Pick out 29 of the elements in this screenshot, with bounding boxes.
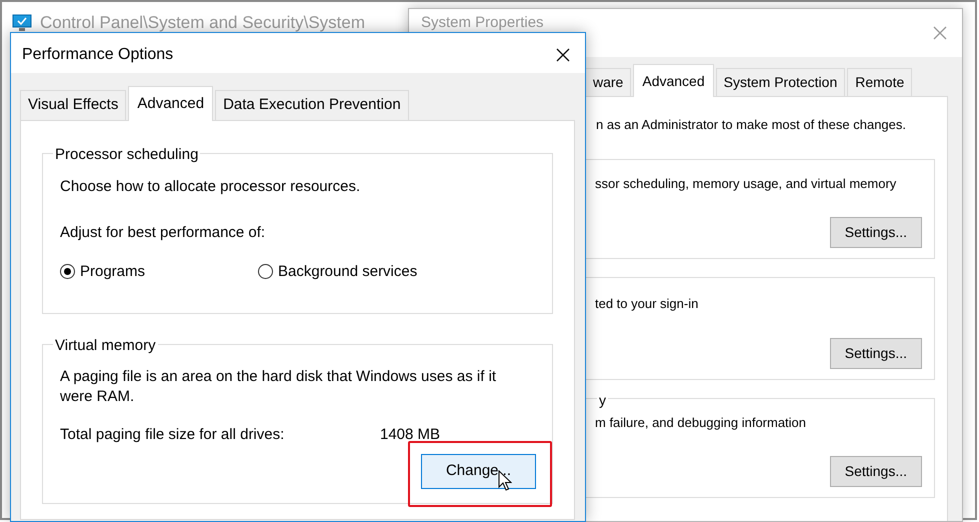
window-title: Control Panel\System and Security\System xyxy=(40,12,366,34)
group-description: ssor scheduling, memory usage, and virtual memory xyxy=(595,174,896,193)
total-label: Total paging file size for all drives: xyxy=(60,424,286,444)
group-description: ted to your sign-in xyxy=(595,295,698,313)
settings-button[interactable]: Settings... xyxy=(830,456,922,487)
tab[interactable]: Remote xyxy=(847,68,912,96)
radio-option[interactable]: Programs xyxy=(60,260,258,283)
notice-text: n as an Administrator to make most of these changes. xyxy=(595,116,906,134)
change-button[interactable]: Change... xyxy=(420,454,536,488)
close-icon xyxy=(555,47,571,63)
adjust-label: Adjust for best performance of: xyxy=(60,223,266,243)
radio-button[interactable] xyxy=(60,264,75,280)
radio-button[interactable] xyxy=(258,264,273,280)
settings-button[interactable]: Settings... xyxy=(830,338,922,368)
tab[interactable]: Advanced xyxy=(633,64,714,97)
radio-option[interactable]: Background services xyxy=(258,260,418,283)
settings-button[interactable]: Settings... xyxy=(830,217,922,248)
window-title: System Properties xyxy=(421,13,544,33)
tab[interactable]: Visual Effects xyxy=(20,90,126,120)
close-icon xyxy=(932,25,948,41)
group-description: m failure, and debugging information xyxy=(595,414,806,432)
tab[interactable]: Advanced xyxy=(128,86,214,120)
group-description: A paging file is an area on the hard disk that Windows uses as if it were RAM. xyxy=(60,367,498,408)
tab[interactable]: ware xyxy=(585,68,632,96)
tab[interactable]: System Protection xyxy=(716,68,846,96)
group-description: Choose how to allocate processor resources. xyxy=(60,176,362,196)
total-value: 1408 MB xyxy=(380,424,440,444)
tab[interactable]: Data Execution Prevention xyxy=(215,90,409,120)
window-title: Performance Options xyxy=(22,45,174,65)
